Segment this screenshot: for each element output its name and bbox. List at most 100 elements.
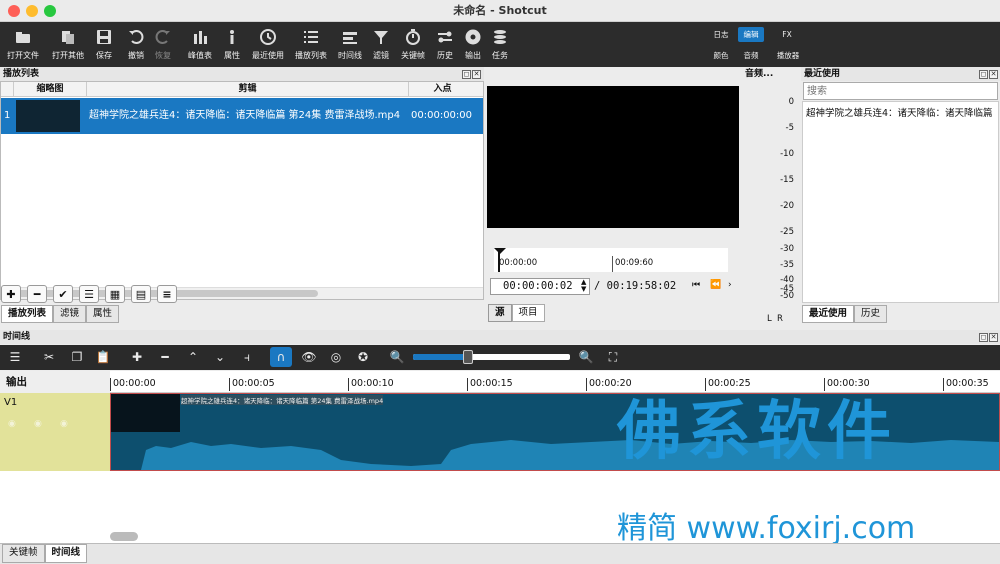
mode-color[interactable]: 颜色 — [706, 50, 736, 62]
paste-icon[interactable]: 📋 — [92, 345, 114, 369]
copy-icon[interactable]: ❐ — [66, 345, 88, 369]
ripple-all-icon[interactable]: ✪ — [352, 345, 374, 369]
output-track-label: 输出 — [0, 371, 110, 393]
export-button[interactable]: 输出 — [462, 22, 484, 67]
update-button[interactable]: ✔ — [53, 285, 73, 303]
save-button[interactable]: 保存 — [92, 22, 116, 67]
peak-meter-button[interactable]: 峰值表 — [186, 22, 214, 67]
recent-tabs: 最近使用 历史 — [802, 305, 888, 323]
mode-logging[interactable]: 日志 — [706, 27, 736, 42]
track-head-v1[interactable]: V1 ◉ ◉ ◉ — [0, 393, 110, 471]
split-icon[interactable]: ⫞ — [236, 345, 258, 369]
video-preview[interactable] — [487, 86, 739, 228]
column-thumbnail[interactable]: 缩略图 — [13, 82, 86, 97]
timeline-panel-header: 时间线 ◻ ✕ — [0, 330, 1000, 344]
timeline-ruler-tick: 00:00:15 — [467, 378, 513, 391]
hide-icon[interactable]: ◉ — [34, 419, 42, 429]
timecode-field[interactable]: 00:00:00:02 — [490, 278, 590, 295]
list-item[interactable]: 超神学院之雄兵连4：诸天降临：诸天降临篇 第24集 费雷泽战场.mp4 — [806, 105, 996, 119]
icons-view-button[interactable]: ▤ — [131, 285, 151, 303]
timeline-panel-controls: ◻ ✕ — [978, 331, 998, 342]
mode-player[interactable]: 播放器 — [772, 50, 804, 62]
table-row[interactable]: 1 超神学院之雄兵连4：诸天降临：诸天降临篇 第24集 费雷泽战场.mp4 00… — [1, 98, 483, 134]
recent-icon — [260, 29, 276, 45]
more-controls-icon[interactable]: › — [728, 280, 732, 290]
zoom-in-icon[interactable]: 🔍 — [575, 345, 597, 369]
zoom-slider[interactable] — [413, 350, 570, 364]
float-icon[interactable]: ◻ — [979, 70, 988, 79]
add-button[interactable]: ✚ — [1, 285, 21, 303]
jobs-button[interactable]: 任务 — [489, 22, 511, 67]
clip-thumbnail — [111, 394, 180, 432]
float-icon[interactable]: ◻ — [979, 333, 988, 342]
column-clip[interactable]: 剪辑 — [86, 82, 408, 97]
tab-recent[interactable]: 最近使用 — [802, 305, 855, 323]
zoom-out-icon[interactable]: 🔍 — [386, 345, 408, 369]
close-icon[interactable]: ✕ — [989, 333, 998, 342]
zoom-fit-icon[interactable]: ⛶ — [602, 345, 624, 369]
column-in[interactable]: 入点 — [408, 82, 476, 97]
tab-timeline[interactable]: 时间线 — [44, 544, 88, 563]
open-other-button[interactable]: 打开其他 — [50, 22, 86, 67]
properties-button[interactable]: 属性 — [221, 22, 243, 67]
snap-icon[interactable]: ∩ — [270, 347, 292, 367]
recent-label: 最近使用 — [252, 51, 284, 60]
timeline-button[interactable]: 时间线 — [337, 22, 363, 67]
timeline-ruler-tick: 00:00:00 — [110, 378, 156, 391]
remove-icon[interactable]: ━ — [154, 345, 176, 369]
close-icon[interactable]: ✕ — [989, 70, 998, 79]
rewind-icon[interactable]: ⏪ — [710, 280, 721, 290]
undo-button[interactable]: 撤销 — [125, 22, 147, 67]
clip-thumbnail — [16, 100, 80, 132]
tab-properties[interactable]: 属性 — [86, 305, 120, 323]
player-ruler[interactable]: 00:00:00 00:09:60 — [494, 248, 728, 272]
tab-source[interactable]: 源 — [488, 304, 512, 322]
scrub-icon[interactable]: 👁 — [298, 345, 320, 369]
playlist-tabs: 播放列表 滤镜 属性 — [1, 305, 120, 323]
meter-tick: -15 — [780, 175, 794, 185]
remove-button[interactable]: ━ — [27, 285, 47, 303]
cut-icon[interactable]: ✂ — [38, 345, 60, 369]
history-label: 历史 — [437, 51, 453, 60]
lift-icon[interactable]: ⌃ — [182, 345, 204, 369]
open-file-button[interactable]: 打开文件 — [6, 22, 40, 67]
tab-playlist[interactable]: 播放列表 — [1, 305, 54, 323]
mode-editing[interactable]: 编辑 — [738, 27, 764, 42]
overwrite-icon[interactable]: ⌄ — [209, 345, 231, 369]
tab-history[interactable]: 历史 — [854, 305, 888, 323]
recent-panel: 最近使用 ◻✕ 超神学院之雄兵连4：诸天降临：诸天降临篇 第24集 费雷泽战场.… — [801, 67, 1000, 324]
audio-meter-panel: 音频... 0 -5 -10 -15 -20 -25 -30 -35 -40 -… — [742, 67, 800, 324]
timeline-menu-icon[interactable]: ☰ — [4, 345, 26, 369]
mode-fx[interactable]: FX — [774, 27, 800, 42]
playlist-button[interactable]: 播放列表 — [293, 22, 329, 67]
tab-filters[interactable]: 滤镜 — [53, 305, 87, 323]
close-icon[interactable]: ✕ — [472, 70, 481, 79]
keyframes-button[interactable]: 关键帧 — [400, 22, 426, 67]
lock-icon[interactable]: ◉ — [60, 419, 68, 429]
recent-button[interactable]: 最近使用 — [249, 22, 287, 67]
filter-button[interactable]: 滤镜 — [370, 22, 392, 67]
playlist-menu-button[interactable]: ≡ — [157, 285, 177, 303]
timeline-ruler-tick: 00:00:05 — [229, 378, 275, 391]
history-button[interactable]: 历史 — [433, 22, 457, 67]
tab-project[interactable]: 项目 — [511, 304, 545, 322]
timeline-scrollbar-thumb[interactable] — [110, 532, 138, 541]
timecode-stepper[interactable]: ▲ ▼ — [581, 279, 586, 293]
watermark-subtitle: 精简 www.foxirj.com — [617, 511, 916, 546]
mode-audio[interactable]: 音频 — [738, 50, 764, 62]
ripple-icon[interactable]: ◎ — [325, 345, 347, 369]
redo-button[interactable]: 恢复 — [152, 22, 174, 67]
append-icon[interactable]: ✚ — [126, 345, 148, 369]
search-input[interactable] — [803, 82, 998, 100]
float-icon[interactable]: ◻ — [462, 70, 471, 79]
tiles-view-button[interactable]: ▦ — [105, 285, 125, 303]
row-in-point: 00:00:00:00 — [411, 110, 473, 121]
tab-keyframes[interactable]: 关键帧 — [2, 544, 45, 563]
meter-tick: -20 — [780, 201, 794, 211]
skip-previous-icon[interactable]: ⏮ — [692, 280, 700, 290]
details-view-button[interactable]: ☰ — [79, 285, 99, 303]
zoom-slider-thumb[interactable] — [462, 350, 473, 364]
mute-icon[interactable]: ◉ — [8, 419, 16, 429]
redo-label: 恢复 — [155, 51, 171, 60]
row-clip-name: 超神学院之雄兵连4：诸天降临：诸天降临篇 第24集 费雷泽战场.mp4 — [89, 110, 401, 121]
